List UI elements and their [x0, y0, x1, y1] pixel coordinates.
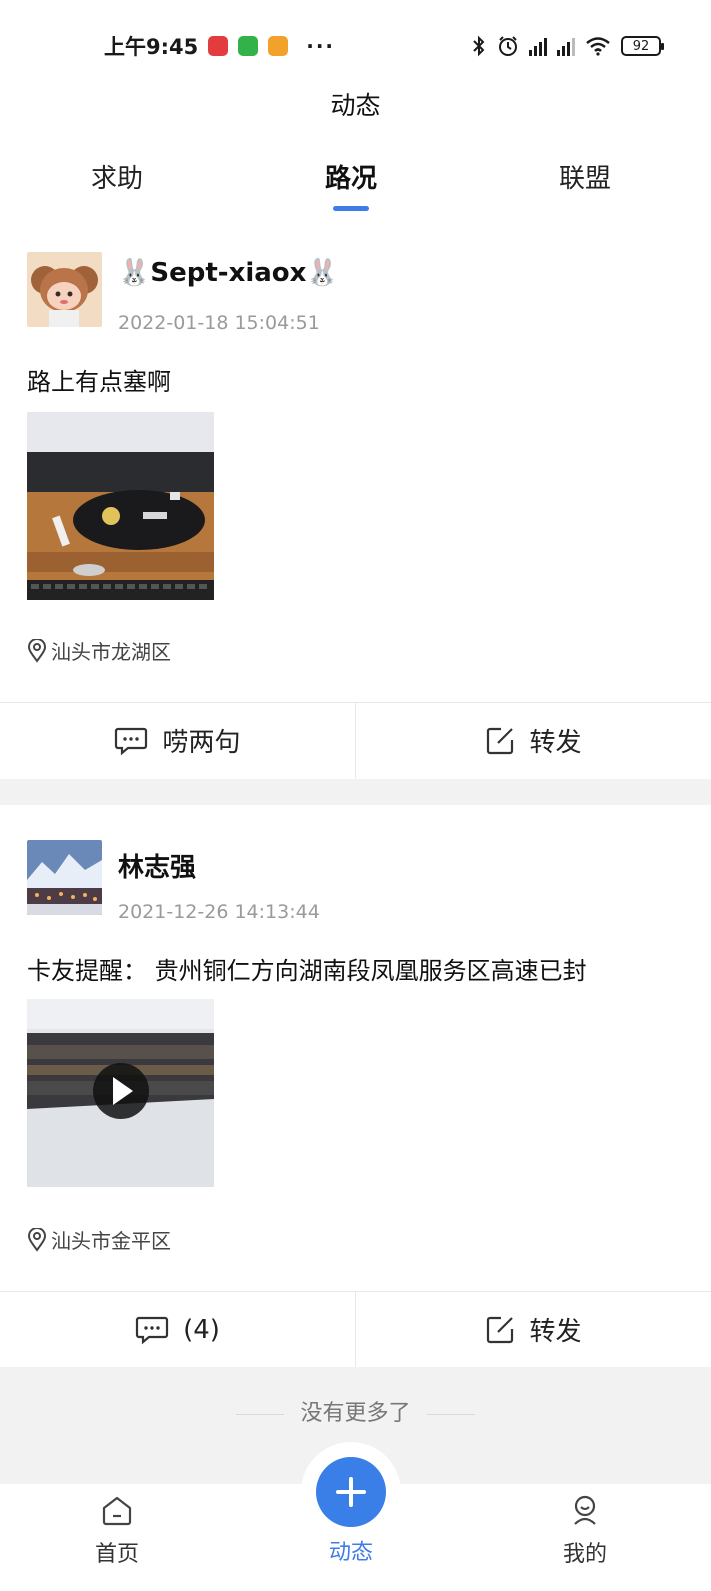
comment-label: 唠两句	[162, 728, 241, 758]
share-icon	[487, 727, 514, 754]
tab-alliance[interactable]: 联盟	[525, 158, 645, 195]
forward-label: 转发	[529, 728, 582, 758]
page-title: 动态	[330, 91, 381, 120]
nav-home[interactable]: 首页	[57, 1494, 177, 1568]
forward-label: 转发	[529, 1317, 582, 1347]
battery-level: 92	[632, 38, 650, 54]
home-icon	[102, 1496, 132, 1526]
comment-button[interactable]: 唠两句	[0, 703, 355, 778]
active-tab-indicator	[333, 206, 369, 211]
avatar[interactable]	[27, 252, 102, 327]
post-timestamp: 2021-12-26 14:13:44	[118, 901, 320, 923]
nav-label: 首页	[94, 1542, 139, 1567]
post-actions: (4) 转发	[0, 1291, 711, 1367]
comment-count: (4)	[183, 1314, 220, 1345]
status-left: 上午9:45 ···	[104, 31, 335, 61]
status-time: 上午9:45	[104, 35, 199, 59]
no-more-indicator: 没有更多了	[0, 1395, 711, 1427]
profile-icon	[574, 1495, 596, 1525]
bluetooth-icon	[473, 35, 485, 57]
share-icon	[487, 1316, 514, 1343]
post-text: 卡友提醒： 贵州铜仁方向湖南段凤凰服务区高速已封	[27, 957, 587, 985]
tab-label: 求助	[90, 164, 143, 194]
username[interactable]: 🐰Sept-xiaox🐰	[118, 258, 339, 288]
section-divider	[0, 779, 711, 805]
plus-icon	[336, 1477, 366, 1507]
wifi-icon	[586, 37, 610, 56]
divider-line	[236, 1413, 285, 1415]
post-card: 🐰Sept-xiaox🐰 2022-01-18 15:04:51 路上有点塞啊 …	[0, 236, 711, 779]
status-bar: 上午9:45 ··· 92	[0, 0, 711, 92]
app-notification-icon	[268, 36, 289, 56]
alarm-icon	[499, 36, 517, 56]
location-pin-icon	[27, 1227, 47, 1252]
comment-icon	[115, 727, 148, 755]
post-location: 汕头市金平区	[27, 1225, 171, 1254]
forward-button[interactable]: 转发	[355, 703, 711, 778]
nav-profile[interactable]: 我的	[525, 1494, 645, 1568]
username[interactable]: 林志强	[118, 847, 196, 884]
post-actions: 唠两句 转发	[0, 702, 711, 778]
tab-road-conditions[interactable]: 路况	[291, 158, 411, 211]
location-pin-icon	[27, 638, 47, 663]
location-label: 汕头市龙湖区	[51, 640, 171, 664]
post-image[interactable]	[27, 412, 214, 600]
status-right: 92	[471, 35, 664, 57]
tab-label: 联盟	[558, 164, 611, 194]
no-more-label: 没有更多了	[300, 1401, 411, 1426]
post-video[interactable]	[27, 999, 214, 1187]
avatar[interactable]	[27, 840, 102, 915]
location-label: 汕头市金平区	[51, 1229, 171, 1253]
comment-icon	[135, 1316, 169, 1344]
tab-bar: 求助 路况 联盟	[0, 158, 711, 218]
battery-icon: 92	[621, 36, 664, 56]
app-notification-icon	[208, 36, 229, 56]
divider-line	[426, 1413, 475, 1415]
comment-button[interactable]: (4)	[0, 1292, 355, 1367]
more-notifications-icon: ···	[306, 34, 336, 58]
add-post-button[interactable]	[316, 1457, 386, 1527]
tab-label: 路况	[324, 164, 377, 194]
forward-button[interactable]: 转发	[355, 1292, 711, 1367]
post-timestamp: 2022-01-18 15:04:51	[118, 312, 320, 334]
post-text: 路上有点塞啊	[27, 368, 171, 396]
signal-icon	[557, 36, 575, 56]
tab-help[interactable]: 求助	[57, 158, 177, 195]
app-notification-icon	[238, 36, 259, 56]
post-card: 林志强 2021-12-26 14:13:44 卡友提醒： 贵州铜仁方向湖南段凤…	[0, 805, 711, 1367]
nav-label: 我的	[562, 1542, 607, 1567]
post-location: 汕头市龙湖区	[27, 636, 171, 665]
signal-icon	[529, 36, 547, 56]
